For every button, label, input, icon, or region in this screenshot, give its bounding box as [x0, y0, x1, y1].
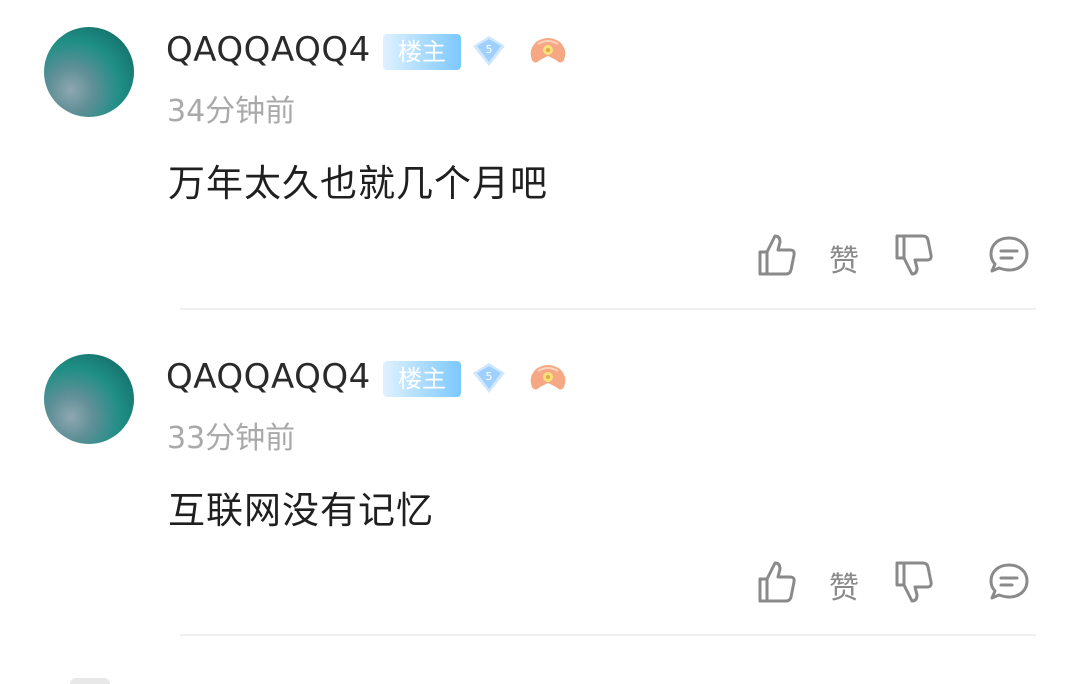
op-badge: 楼主: [383, 34, 461, 70]
comment-item: QAQQAQQ4 楼主 5 33分钟前 互联网没有记忆 赞: [0, 327, 1079, 654]
like-label[interactable]: 赞: [829, 236, 859, 280]
divider: [180, 308, 1036, 310]
like-label[interactable]: 赞: [829, 563, 859, 607]
comment-text[interactable]: 互联网没有记忆: [168, 480, 434, 534]
avatar[interactable]: [44, 27, 134, 117]
username[interactable]: QAQQAQQ4: [166, 30, 371, 70]
comment-text[interactable]: 万年太久也就几个月吧: [168, 153, 548, 207]
comment-actions: 赞: [0, 559, 1079, 609]
thumbs-down-icon[interactable]: [893, 559, 935, 605]
op-badge: 楼主: [383, 361, 461, 397]
level-number: 5: [486, 43, 493, 56]
thumbs-up-icon[interactable]: [756, 232, 798, 278]
level-diamond-icon: 5: [473, 36, 505, 66]
comment-time: 33分钟前: [167, 421, 296, 456]
level-diamond-icon: 5: [473, 363, 505, 393]
comment-bubble-icon[interactable]: [988, 559, 1030, 605]
thumbs-up-icon[interactable]: [756, 559, 798, 605]
gamepad-icon: [530, 365, 566, 390]
thumbs-down-icon[interactable]: [893, 232, 935, 278]
comment-actions: 赞: [0, 232, 1079, 282]
level-number: 5: [486, 370, 493, 383]
avatar[interactable]: [44, 354, 134, 444]
username[interactable]: QAQQAQQ4: [166, 357, 371, 397]
next-comment-avatar[interactable]: [70, 678, 110, 684]
comment-time: 34分钟前: [167, 94, 296, 129]
comment-bubble-icon[interactable]: [988, 232, 1030, 278]
comment-item: QAQQAQQ4 楼主 5 34分钟前 万年太久也就几个月吧 赞: [0, 0, 1079, 327]
divider: [180, 634, 1036, 636]
gamepad-icon: [530, 38, 566, 63]
